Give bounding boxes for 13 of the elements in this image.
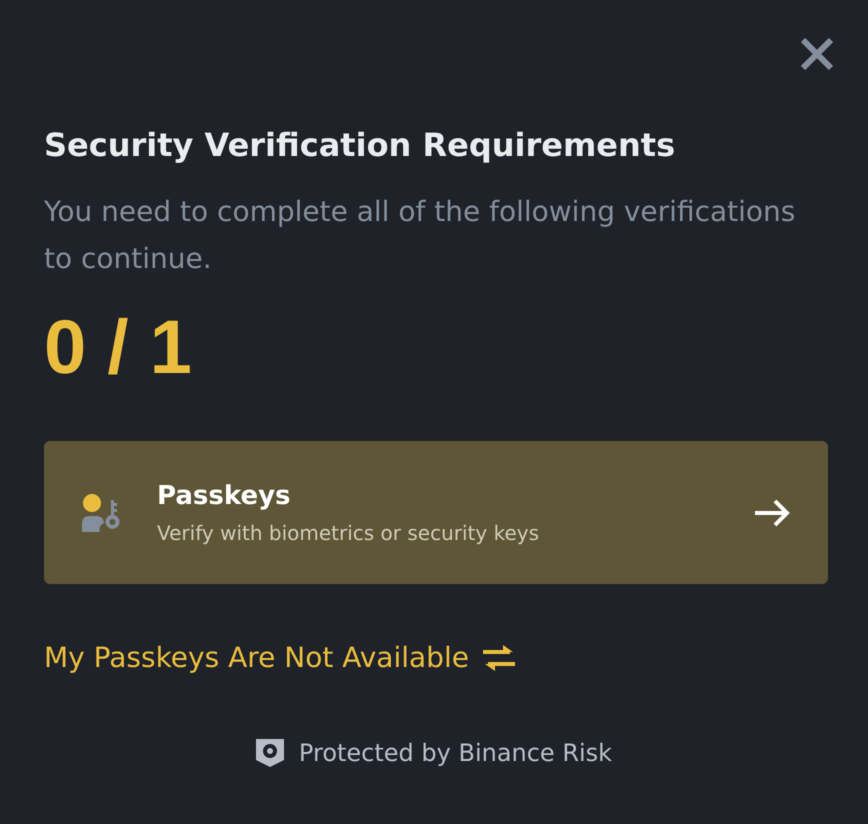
swap-arrows-icon: [482, 645, 515, 671]
dialog-description: You need to complete all of the following verifications to continue.: [44, 194, 796, 277]
dialog-title: Security Verification Requirements: [44, 126, 676, 164]
footer-text: Protected by Binance Risk: [298, 738, 612, 769]
verification-method-card[interactable]: Passkeys Verify with biometrics or security keys: [44, 441, 828, 584]
progress-counter: 0 / 1: [44, 310, 193, 386]
person-key-icon: [82, 494, 122, 532]
method-title: Passkeys: [157, 480, 292, 512]
method-description: Verify with biometrics or security keys: [157, 520, 540, 546]
close-icon[interactable]: [800, 37, 834, 71]
passkeys-unavailable-link[interactable]: My Passkeys Are Not Available: [44, 638, 515, 678]
arrow-right-icon: [754, 498, 790, 528]
shield-icon: [256, 739, 284, 767]
